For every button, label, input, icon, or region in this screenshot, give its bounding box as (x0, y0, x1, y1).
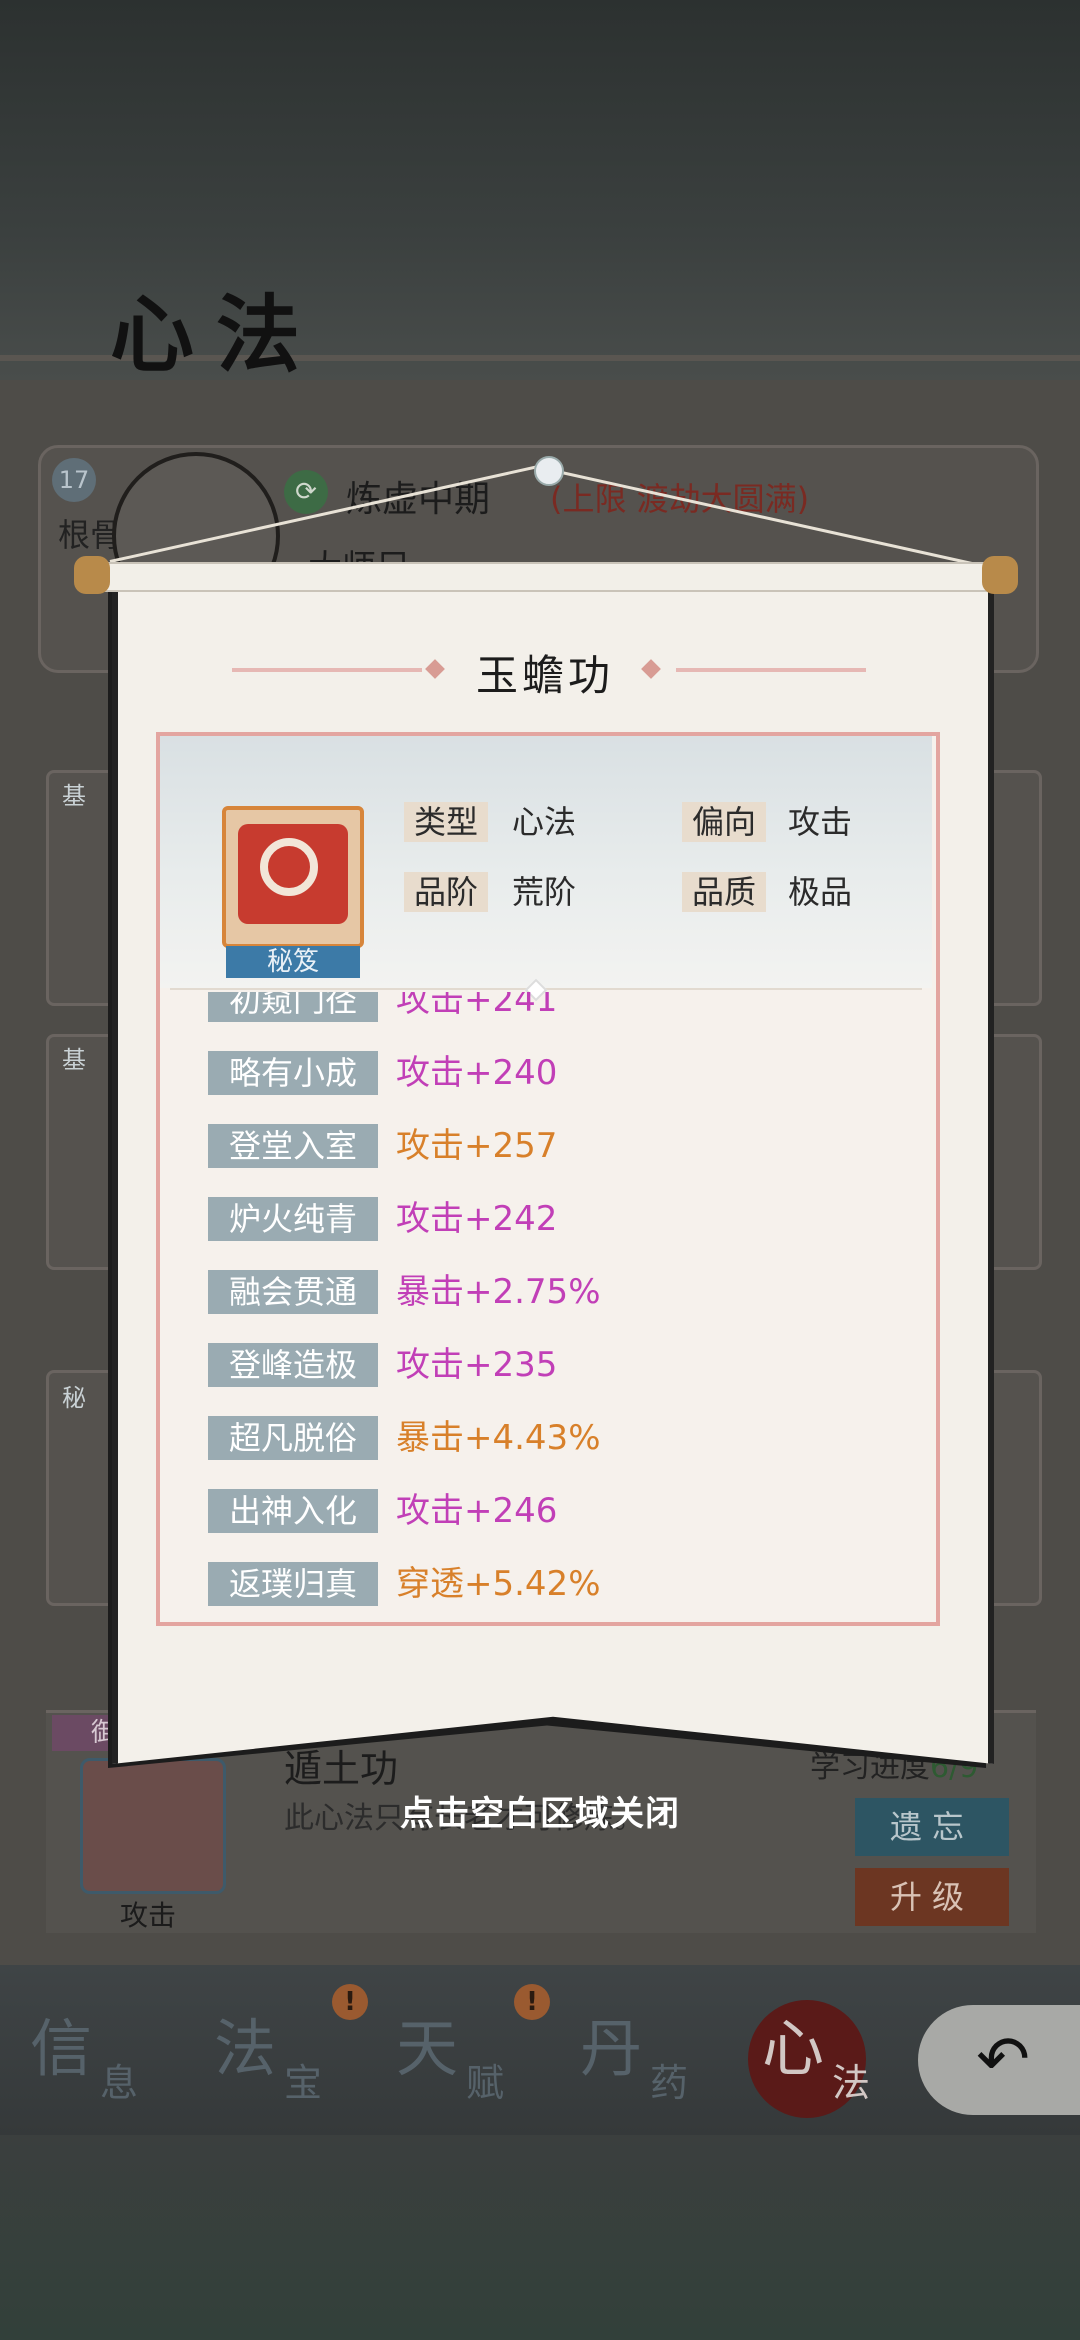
nav-tab-glyph: 丹 (580, 2012, 643, 2085)
back-arrow-icon[interactable]: ↶ (918, 2005, 1080, 2115)
level-name: 出神入化 (208, 1489, 378, 1533)
level-name: 初窥门径 (208, 992, 378, 1022)
alert-badge-icon: ! (514, 1984, 550, 2020)
level-bonus: 暴击+2.75% (396, 1272, 601, 1312)
realm-text: 炼虚中期 (346, 479, 491, 520)
skill-card-tag: 基 (62, 782, 86, 810)
attr-bias-key: 偏向 (682, 802, 767, 842)
scroll-rod-cap (74, 556, 110, 594)
level-name: 登峰造极 (208, 1343, 378, 1387)
nav-tab-glyph: 药 (650, 2061, 689, 2105)
bone-value-badge: 17 (52, 458, 96, 502)
level-name: 融会贯通 (208, 1270, 378, 1314)
nav-tab-glyph: 宝 (284, 2061, 323, 2105)
scroll-rod-cap (982, 556, 1018, 594)
level-bonus: 攻击+235 (396, 1345, 558, 1385)
nav-tab-pill[interactable]: 丹 药 (580, 1998, 760, 2118)
background-bottom (0, 2135, 1080, 2340)
level-bonus: 穿透+5.42% (396, 1564, 601, 1604)
attr-grade-key: 品阶 (404, 872, 489, 912)
nav-tab-glyph: 心 (762, 2012, 825, 2085)
level-bonus: 攻击+257 (396, 1126, 558, 1166)
book-emblem (260, 838, 318, 896)
level-bonus: 攻击+246 (396, 1491, 558, 1531)
level-name: 炉火纯青 (208, 1197, 378, 1241)
levels-list[interactable]: 初窥门径 攻击+241 略有小成 攻击+240 登堂入室 攻击+257 炉火纯青 攻击+242… (160, 992, 932, 1616)
level-bonus: 攻击+240 (396, 1053, 558, 1093)
nav-tab-glyph: 法 (214, 2012, 277, 2085)
skill-card-tag: 基 (62, 1046, 86, 1074)
level-bonus: 暴击+4.43% (396, 1418, 601, 1458)
secret-book-icon (222, 806, 364, 948)
attr-type-key: 类型 (404, 802, 489, 842)
level-bonus: 攻击+241 (396, 992, 558, 1020)
pin-icon (534, 456, 564, 486)
nav-tab-info[interactable]: 信 息 (30, 1998, 210, 2118)
scroll-rod (80, 562, 1014, 592)
attr-quality-value: 极品 (788, 873, 853, 911)
nav-tab-glyph: 信 (30, 2012, 93, 2085)
attr-grade-value: 荒阶 (512, 873, 577, 911)
skill-bias-label: 攻击 (120, 1899, 177, 1932)
nav-tab-glyph: 法 (832, 2061, 871, 2105)
attr-type-value: 心法 (512, 803, 577, 841)
upgrade-button[interactable]: 升级 (855, 1868, 1009, 1926)
attr-bias-value: 攻击 (788, 803, 853, 841)
nav-tab-glyph: 赋 (466, 2061, 505, 2105)
attr-quality-key: 品质 (682, 872, 767, 912)
level-name: 超凡脱俗 (208, 1416, 378, 1460)
level-name: 返璞归真 (208, 1562, 378, 1606)
nav-tab-glyph: 天 (396, 2012, 459, 2085)
nav-tab-heart-method[interactable]: 心 法 (762, 1998, 942, 2118)
nav-tab-talent[interactable]: 天 赋 (396, 1998, 576, 2118)
close-hint: 点击空白区域关闭 (400, 1794, 680, 1834)
page-title: 心法 (110, 285, 323, 384)
realm-icon: ⟳ (284, 470, 328, 514)
nav-tab-treasure[interactable]: 法 宝 (214, 1998, 394, 2118)
skill-card-tag: 秘 (62, 1384, 86, 1412)
level-bonus: 攻击+242 (396, 1199, 558, 1239)
level-name: 略有小成 (208, 1051, 378, 1095)
popup-title: 玉蟾功 (475, 651, 614, 700)
alert-badge-icon: ! (332, 1984, 368, 2020)
level-name: 登堂入室 (208, 1124, 378, 1168)
book-type-tag: 秘笈 (226, 946, 360, 978)
nav-tab-glyph: 息 (100, 2061, 139, 2105)
